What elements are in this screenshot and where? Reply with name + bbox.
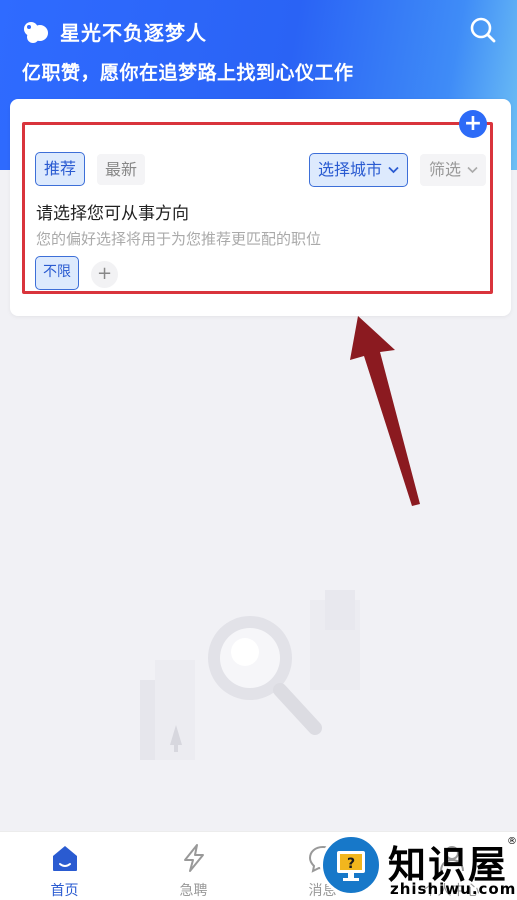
watermark-url: zhishiwu.com (390, 880, 517, 898)
watermark: ? 知识屋 ® zhishiwu.com (320, 832, 517, 900)
filter-label: 筛选 (429, 160, 462, 179)
lightning-icon (183, 844, 204, 872)
slogan: 亿职赞，愿你在追梦路上找到心仪工作 (22, 62, 354, 84)
select-city-button[interactable]: 选择城市 (309, 153, 408, 187)
direction-hint: 您的偏好选择将用于为您推荐更匹配的职位 (36, 230, 322, 248)
question-monitor-icon: ? (337, 851, 365, 881)
tab-latest[interactable]: 最新 (97, 154, 145, 185)
watermark-circle: ? (320, 834, 382, 896)
direction-title: 请选择您可从事方向 (36, 204, 189, 224)
brand-name: 星光不负逐梦人 (60, 21, 207, 45)
add-button[interactable]: + (459, 110, 487, 138)
chevron-down-icon (467, 166, 478, 174)
tab-home-label: 首页 (50, 883, 79, 899)
add-tag-button[interactable]: + (91, 261, 118, 288)
tab-home[interactable]: 首页 (0, 832, 129, 900)
select-city-label: 选择城市 (318, 160, 383, 179)
filter-button[interactable]: 筛选 (420, 154, 486, 186)
annotation-arrow (350, 316, 420, 506)
tag-any[interactable]: 不限 (35, 256, 79, 290)
tab-urgent[interactable]: 急聘 (129, 832, 258, 900)
cloud-logo-icon (24, 21, 48, 43)
watermark-registered: ® (507, 836, 517, 847)
empty-state-illustration (140, 590, 360, 760)
tab-urgent-label: 急聘 (179, 883, 208, 899)
tab-recommended[interactable]: 推荐 (35, 152, 85, 186)
search-icon[interactable] (469, 16, 497, 44)
svg-text:?: ? (347, 856, 355, 872)
brand: 星光不负逐梦人 (22, 17, 207, 46)
home-icon (52, 846, 77, 871)
chevron-down-icon (388, 166, 399, 174)
